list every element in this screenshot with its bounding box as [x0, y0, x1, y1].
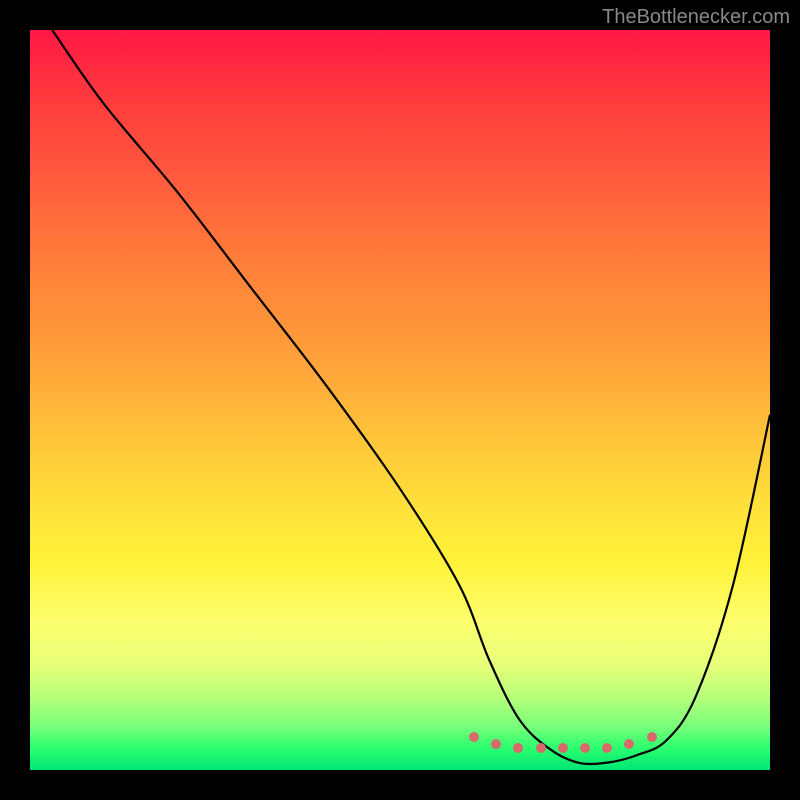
highlight-dot [513, 743, 523, 753]
highlight-dot [624, 739, 634, 749]
highlight-dot [491, 739, 501, 749]
highlight-dot [647, 732, 657, 742]
highlight-dots [30, 30, 770, 770]
highlight-dot [536, 743, 546, 753]
chart-plot-area [30, 30, 770, 770]
watermark-text: TheBottlenecker.com [602, 6, 790, 29]
highlight-dot [558, 743, 568, 753]
highlight-dot [469, 732, 479, 742]
highlight-dot [602, 743, 612, 753]
highlight-dot [580, 743, 590, 753]
